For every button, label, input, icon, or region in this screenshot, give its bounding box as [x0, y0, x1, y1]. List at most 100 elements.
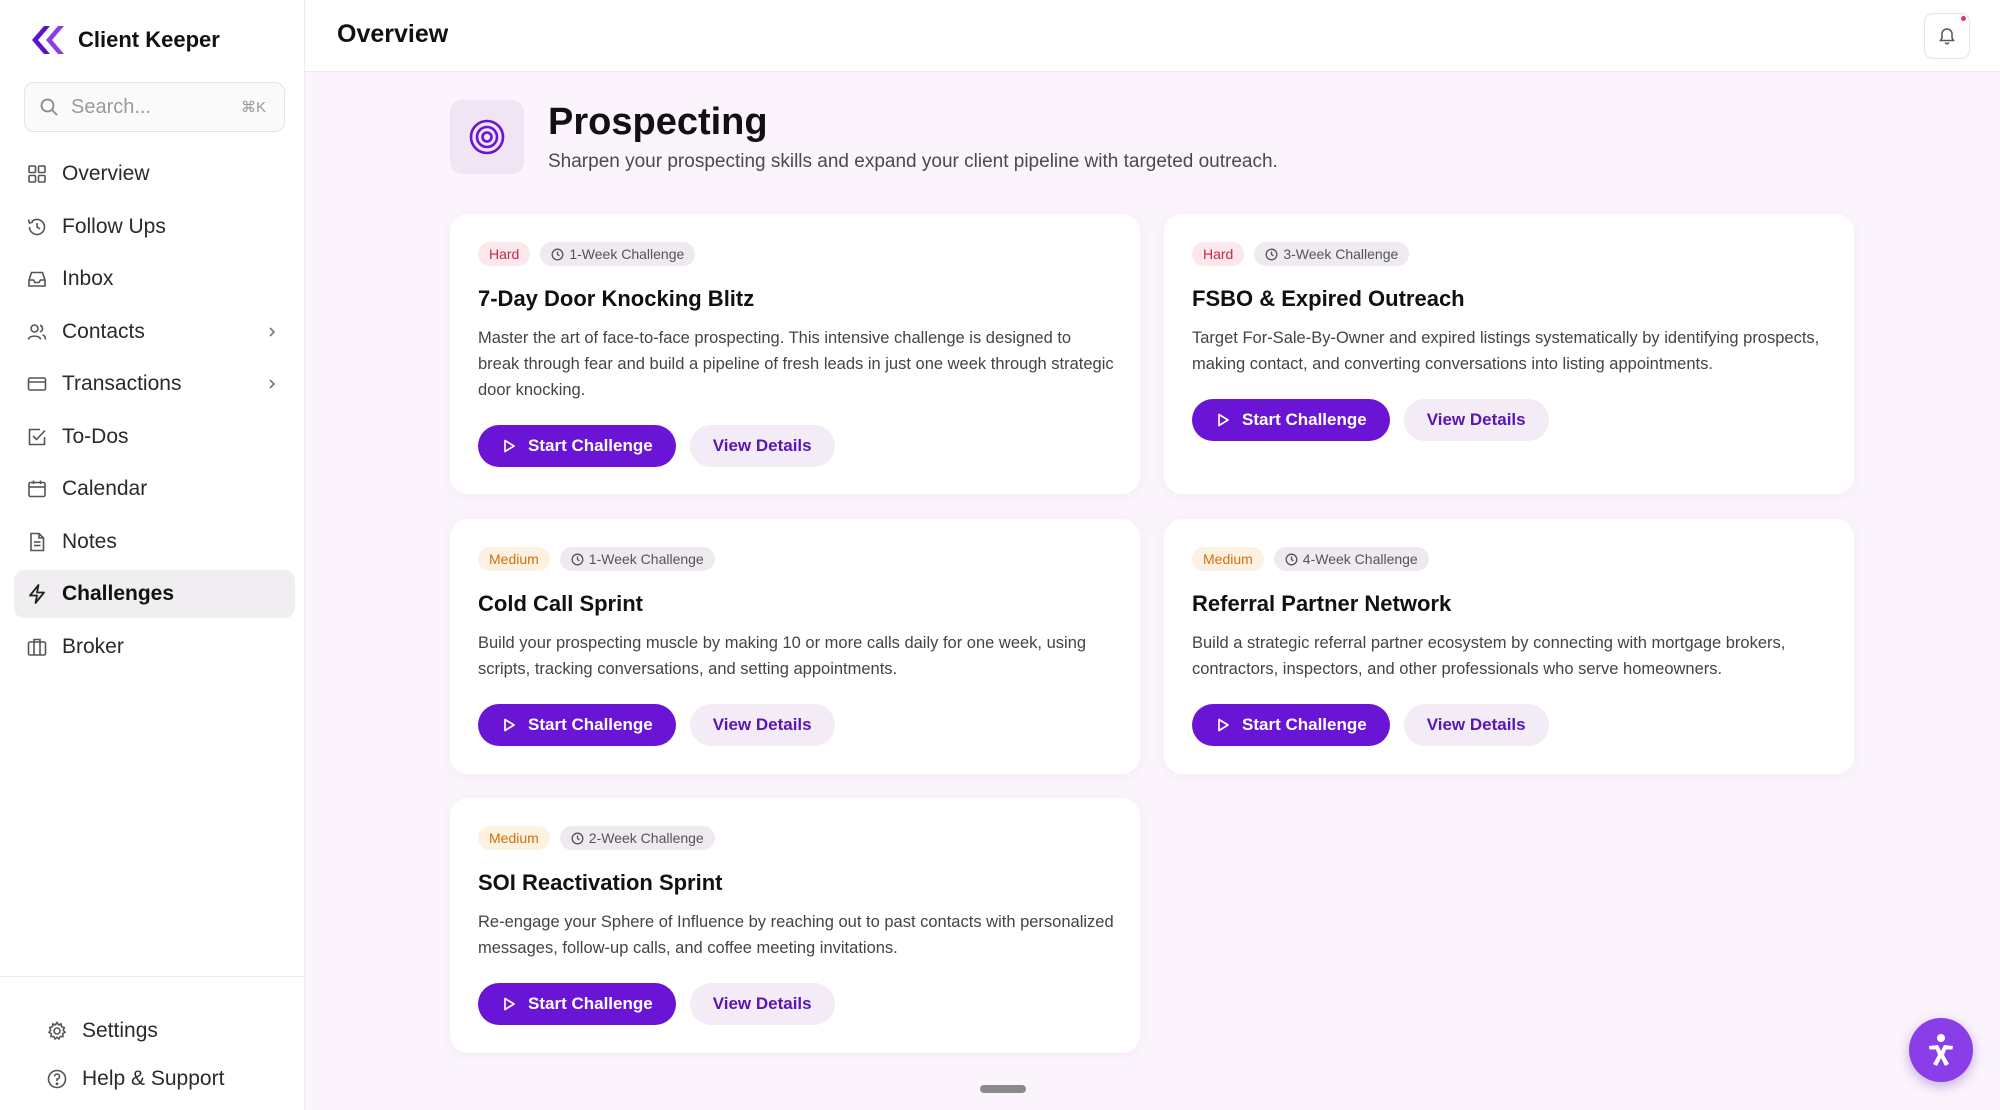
- view-details-button[interactable]: View Details: [1403, 703, 1549, 746]
- accessibility-button[interactable]: [1909, 1018, 1973, 1082]
- sidebar-footer: Settings Help & Support: [0, 976, 305, 1103]
- checkbox-icon: [28, 428, 46, 445]
- settings-label: Settings: [82, 1019, 158, 1042]
- challenge-description: Master the art of face-to-face prospecti…: [478, 328, 1114, 399]
- difficulty-badge: Hard: [478, 242, 531, 266]
- start-challenge-button[interactable]: Start Challenge: [478, 424, 676, 467]
- sidebar-item-label: Calendar: [62, 477, 148, 500]
- target-icon: [469, 119, 505, 155]
- sidebar-item-calendar[interactable]: Calendar: [14, 465, 295, 513]
- play-icon: [1218, 413, 1229, 426]
- play-icon: [1218, 718, 1229, 731]
- play-icon: [504, 997, 515, 1010]
- section-subtitle: Sharpen your prospecting skills and expa…: [548, 150, 1278, 172]
- sidebar-item-label: Broker: [62, 634, 124, 658]
- accessibility-icon: [1929, 1034, 1953, 1066]
- duration-label: 3-Week Challenge: [1283, 246, 1399, 262]
- sidebar-item-contacts[interactable]: Contacts: [14, 308, 295, 356]
- users-icon: [27, 323, 47, 340]
- clock-icon: [571, 553, 584, 565]
- sidebar-item-label: To-Dos: [62, 424, 129, 448]
- sidebar-item-challenges[interactable]: Challenges: [14, 570, 295, 618]
- sidebar-item-follow-ups[interactable]: Follow Ups: [14, 203, 295, 251]
- challenge-description: Build a strategic referral partner ecosy…: [1192, 633, 1786, 678]
- sidebar-item-label: Inbox: [62, 267, 114, 290]
- clock-icon: [1285, 553, 1298, 565]
- view-details-button[interactable]: View Details: [1403, 398, 1549, 441]
- duration-badge: 4-Week Challenge: [1273, 547, 1429, 571]
- challenge-title: Referral Partner Network: [1192, 591, 1452, 616]
- settings-link[interactable]: Settings: [0, 1007, 305, 1055]
- view-details-button[interactable]: View Details: [689, 703, 835, 746]
- notification-dot: [1961, 16, 1966, 21]
- sidebar-item-label: Challenges: [62, 582, 175, 605]
- bell-icon: [1939, 28, 1955, 45]
- app-name: Client Keeper: [78, 27, 220, 52]
- start-challenge-label: Start Challenge: [528, 714, 653, 734]
- page-title: Overview: [337, 20, 449, 48]
- view-details-button[interactable]: View Details: [689, 982, 835, 1025]
- duration-badge: 3-Week Challenge: [1254, 242, 1410, 266]
- top-bar: Overview: [305, 0, 2000, 72]
- challenge-card: Medium 4-Week Challenge Referral Partner…: [1164, 519, 1854, 774]
- duration-label: 4-Week Challenge: [1302, 551, 1418, 567]
- sidebar-item-notes[interactable]: Notes: [14, 518, 295, 566]
- difficulty-badge: Hard: [1192, 242, 1245, 266]
- clock-icon: [551, 248, 564, 260]
- history-icon: [27, 218, 46, 235]
- credit-card-icon: [27, 377, 47, 391]
- challenge-title: Cold Call Sprint: [478, 591, 643, 616]
- scroll-handle[interactable]: [980, 1085, 1026, 1093]
- search-input[interactable]: Search... ⌘K: [24, 82, 285, 132]
- duration-badge: 1-Week Challenge: [540, 242, 696, 266]
- chevron-right-icon: [269, 379, 276, 389]
- start-challenge-button[interactable]: Start Challenge: [1192, 703, 1390, 746]
- start-challenge-button[interactable]: Start Challenge: [478, 703, 676, 746]
- sidebar-nav: Overview Follow Ups Inbox Contacts Trans…: [14, 150, 295, 675]
- start-challenge-button[interactable]: Start Challenge: [478, 982, 676, 1025]
- duration-label: 2-Week Challenge: [588, 830, 704, 846]
- challenge-card: Medium 1-Week Challenge Cold Call Sprint…: [450, 519, 1140, 774]
- sidebar-item-overview[interactable]: Overview: [14, 150, 295, 198]
- sidebar-item-inbox[interactable]: Inbox: [14, 255, 295, 303]
- difficulty-badge: Medium: [478, 826, 550, 850]
- sidebar: Client Keeper Search... ⌘K Overview Foll…: [0, 0, 305, 1110]
- start-challenge-label: Start Challenge: [1242, 409, 1367, 429]
- clock-icon: [571, 832, 584, 844]
- challenge-card: Medium 2-Week Challenge SOI Reactivation…: [450, 798, 1140, 1053]
- sidebar-item-broker[interactable]: Broker: [14, 623, 295, 671]
- challenge-title: 7-Day Door Knocking Blitz: [478, 286, 755, 311]
- search-placeholder: Search...: [71, 95, 152, 118]
- sidebar-item-label: Follow Ups: [62, 214, 166, 238]
- sidebar-item-to-dos[interactable]: To-Dos: [14, 413, 295, 461]
- help-circle-icon: [47, 1069, 67, 1089]
- sidebar-item-label: Contacts: [62, 319, 145, 343]
- play-icon: [504, 718, 515, 731]
- search-shortcut: ⌘K: [240, 99, 266, 116]
- challenge-description: Build your prospecting muscle by making …: [478, 633, 1087, 678]
- search-icon: [40, 98, 58, 116]
- challenge-description: Target For-Sale-By-Owner and expired lis…: [1192, 328, 1820, 373]
- duration-label: 1-Week Challenge: [569, 246, 685, 262]
- sidebar-item-transactions[interactable]: Transactions: [14, 360, 295, 408]
- view-details-button[interactable]: View Details: [689, 424, 835, 467]
- sidebar-item-label: Transactions: [62, 372, 182, 395]
- duration-badge: 1-Week Challenge: [559, 547, 715, 571]
- notifications-button[interactable]: [1924, 13, 1970, 59]
- start-challenge-button[interactable]: Start Challenge: [1192, 398, 1390, 441]
- challenge-card: Hard 3-Week Challenge FSBO & Expired Out…: [1164, 214, 1854, 494]
- help-support-link[interactable]: Help & Support: [0, 1055, 305, 1103]
- start-challenge-label: Start Challenge: [528, 993, 653, 1013]
- section-icon-tile: [450, 100, 524, 174]
- section-title: Prospecting: [548, 101, 768, 144]
- client-keeper-logo-icon: [32, 26, 64, 54]
- brand[interactable]: Client Keeper: [26, 22, 220, 58]
- challenge-card: Hard 1-Week Challenge 7-Day Door Knockin…: [450, 214, 1140, 494]
- start-challenge-label: Start Challenge: [528, 435, 653, 455]
- lightning-icon: [29, 584, 45, 604]
- clock-icon: [1265, 248, 1278, 260]
- help-support-label: Help & Support: [82, 1067, 225, 1090]
- calendar-icon: [28, 480, 46, 498]
- start-challenge-label: Start Challenge: [1242, 714, 1367, 734]
- sidebar-item-label: Overview: [62, 162, 150, 185]
